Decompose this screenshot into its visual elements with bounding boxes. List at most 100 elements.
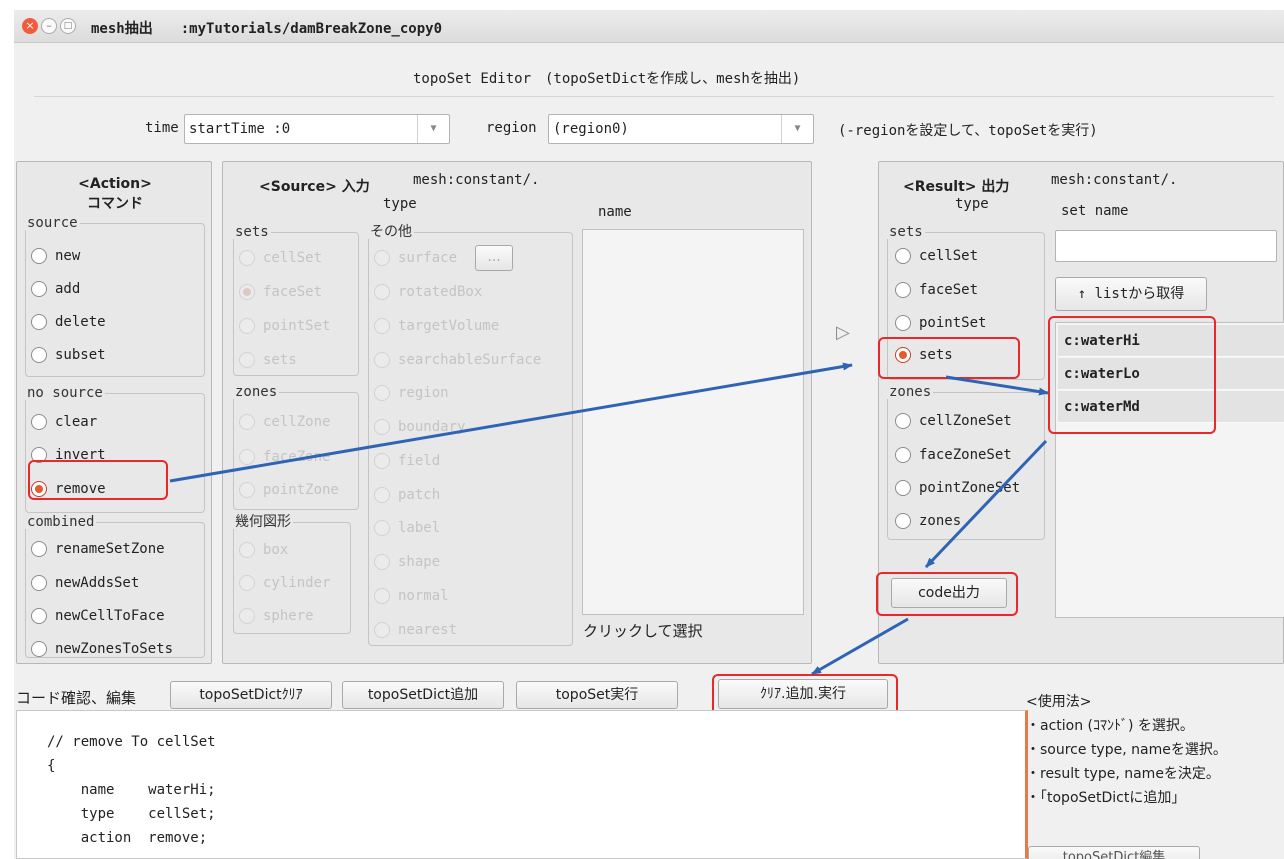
play-arrow-icon: ▷ bbox=[836, 322, 850, 343]
code-editor[interactable]: // remove To cellSet { name waterHi; type… bbox=[16, 710, 1028, 859]
radio-icon bbox=[895, 282, 911, 298]
source-radio-sets[interactable]: sets bbox=[239, 347, 297, 373]
action-radio-subset[interactable]: subset bbox=[31, 342, 106, 368]
source-radio-normal[interactable]: normal bbox=[374, 583, 449, 609]
radio-label: faceSet bbox=[919, 282, 979, 298]
source-radio-cellset[interactable]: cellSet bbox=[239, 245, 322, 271]
topo-set-dict-clear-button[interactable]: topoSetDictｸﾘｱ bbox=[170, 681, 332, 709]
source-radio-faceset[interactable]: faceSet bbox=[239, 279, 322, 305]
radio-icon bbox=[895, 248, 911, 264]
action-radio-new-zones-to-sets[interactable]: newZonesToSets bbox=[31, 636, 173, 662]
source-radio-rotated-box[interactable]: rotatedBox bbox=[374, 279, 482, 305]
usage-line: ・result type, nameを決定。 bbox=[1026, 766, 1220, 782]
code-line: name waterHi; bbox=[47, 782, 216, 798]
set-name-input[interactable] bbox=[1055, 230, 1277, 262]
minimize-icon[interactable]: – bbox=[41, 18, 57, 34]
usage-line: ・source type, nameを選択。 bbox=[1026, 742, 1227, 758]
radio-icon bbox=[374, 487, 390, 503]
source-radio-target-volume[interactable]: targetVolume bbox=[374, 313, 499, 339]
action-radio-add[interactable]: add bbox=[31, 276, 80, 302]
maximize-icon[interactable]: □ bbox=[60, 18, 76, 34]
action-radio-new[interactable]: new bbox=[31, 243, 80, 269]
source-title: <Source> 入力 bbox=[259, 179, 370, 195]
radio-icon bbox=[374, 419, 390, 435]
topo-set-dict-edit-button[interactable]: topoSetDict編集 bbox=[1028, 846, 1200, 859]
annotation-remove-highlight bbox=[28, 460, 168, 500]
source-radio-boundary[interactable]: boundary bbox=[374, 414, 465, 440]
action-panel: <Action> コマンド source new add delete subs… bbox=[16, 161, 212, 664]
radio-icon bbox=[374, 385, 390, 401]
topo-set-dict-add-button[interactable]: topoSetDict追加 bbox=[342, 681, 504, 709]
get-from-list-button[interactable]: ↑ listから取得 bbox=[1055, 277, 1207, 311]
source-radio-patch[interactable]: patch bbox=[374, 482, 440, 508]
action-radio-rename-set-zone[interactable]: renameSetZone bbox=[31, 536, 165, 562]
radio-label: subset bbox=[55, 347, 106, 363]
source-radio-cellzone[interactable]: cellZone bbox=[239, 409, 330, 435]
chevron-down-icon: ▼ bbox=[417, 115, 449, 143]
radio-label: pointSet bbox=[919, 315, 987, 331]
radio-label: cylinder bbox=[263, 575, 331, 591]
radio-icon bbox=[374, 588, 390, 604]
source-radio-pointzone[interactable]: pointZone bbox=[239, 477, 339, 503]
close-icon[interactable]: × bbox=[22, 18, 38, 34]
source-name-list[interactable] bbox=[582, 229, 804, 615]
radio-label: shape bbox=[398, 554, 441, 570]
surface-browse-button[interactable]: ... bbox=[475, 245, 513, 271]
result-radio-facezoneset[interactable]: faceZoneSet bbox=[895, 442, 1012, 468]
group-label: source bbox=[25, 215, 80, 231]
radio-label: newAddsSet bbox=[55, 575, 140, 591]
source-radio-cylinder[interactable]: cylinder bbox=[239, 570, 330, 596]
radio-label: renameSetZone bbox=[55, 541, 165, 557]
group-label: zones bbox=[887, 384, 934, 400]
region-select[interactable]: (region0) ▼ bbox=[548, 114, 814, 144]
radio-label: searchableSurface bbox=[398, 352, 542, 368]
source-radio-field[interactable]: field bbox=[374, 448, 440, 474]
radio-icon bbox=[31, 347, 47, 363]
radio-label: box bbox=[263, 542, 289, 558]
source-mesh-path: mesh:constant/. bbox=[413, 172, 540, 188]
radio-icon bbox=[374, 318, 390, 334]
source-radio-surface[interactable]: surface bbox=[374, 245, 457, 271]
code-line: // remove To cellSet bbox=[47, 734, 216, 750]
radio-label: pointZoneSet bbox=[919, 480, 1021, 496]
annotation-list-highlight bbox=[1048, 316, 1216, 434]
code-line: { bbox=[47, 758, 56, 774]
source-radio-facezone[interactable]: faceZone bbox=[239, 444, 330, 470]
radio-icon bbox=[31, 608, 47, 624]
source-radio-pointset[interactable]: pointSet bbox=[239, 313, 330, 339]
radio-icon bbox=[31, 575, 47, 591]
header-divider bbox=[34, 96, 1274, 97]
result-radio-faceset[interactable]: faceSet bbox=[895, 277, 978, 303]
code-line: action remove; bbox=[47, 830, 208, 846]
result-radio-cellset[interactable]: cellSet bbox=[895, 243, 978, 269]
radio-label: faceZoneSet bbox=[919, 447, 1012, 463]
radio-label: nearest bbox=[398, 622, 458, 638]
result-radio-cellzoneset[interactable]: cellZoneSet bbox=[895, 408, 1012, 434]
source-radio-shape[interactable]: shape bbox=[374, 549, 440, 575]
topo-set-run-button[interactable]: topoSet実行 bbox=[516, 681, 678, 709]
radio-icon bbox=[31, 248, 47, 264]
radio-icon bbox=[374, 554, 390, 570]
source-radio-label[interactable]: label bbox=[374, 515, 440, 541]
result-radio-zones[interactable]: zones bbox=[895, 508, 961, 534]
radio-label: faceZone bbox=[263, 449, 331, 465]
result-radio-pointzoneset[interactable]: pointZoneSet bbox=[895, 475, 1020, 501]
radio-label: field bbox=[398, 453, 441, 469]
action-radio-clear[interactable]: clear bbox=[31, 409, 97, 435]
action-radio-new-cell-to-face[interactable]: newCellToFace bbox=[31, 603, 165, 629]
action-title: <Action> bbox=[78, 176, 152, 192]
radio-icon bbox=[239, 250, 255, 266]
source-radio-sphere[interactable]: sphere bbox=[239, 603, 314, 629]
source-radio-nearest[interactable]: nearest bbox=[374, 617, 457, 643]
source-radio-box[interactable]: box bbox=[239, 537, 288, 563]
radio-icon bbox=[239, 352, 255, 368]
source-radio-region[interactable]: region bbox=[374, 380, 449, 406]
result-radio-pointset[interactable]: pointSet bbox=[895, 310, 986, 336]
source-radio-searchable-surface[interactable]: searchableSurface bbox=[374, 347, 541, 373]
title-bar: × – □ mesh抽出 :myTutorials/damBreakZone_c… bbox=[14, 10, 1284, 43]
action-radio-new-adds-set[interactable]: newAddsSet bbox=[31, 570, 139, 596]
action-radio-delete[interactable]: delete bbox=[31, 309, 106, 335]
time-select[interactable]: startTime :0 ▼ bbox=[184, 114, 450, 144]
radio-icon bbox=[895, 513, 911, 529]
radio-label: faceSet bbox=[263, 284, 323, 300]
